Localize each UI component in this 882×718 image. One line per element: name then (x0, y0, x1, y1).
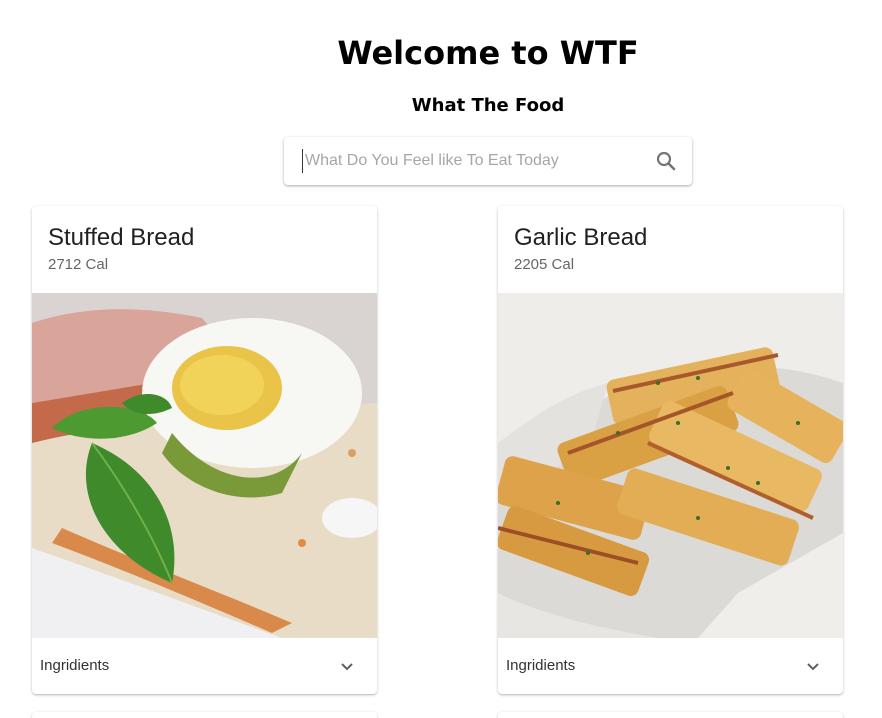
search-bar (284, 137, 692, 185)
card-calories: 2712 Cal (48, 256, 109, 273)
card-title: Garlic Bread (514, 224, 648, 251)
card-calories: 2205 Cal (514, 256, 575, 273)
card-title: Stuffed Bread (48, 224, 195, 251)
page-subtitle: What The Food (411, 95, 565, 116)
food-card-partial[interactable] (32, 712, 377, 718)
search-input[interactable] (302, 149, 632, 173)
ingredients-label: Ingridients (40, 657, 110, 674)
page: Welcome to WTF What The Food Stuffed Bre… (0, 0, 882, 718)
chevron-down-icon[interactable] (335, 654, 359, 678)
food-card-stuffed-bread[interactable]: Stuffed Bread 2712 Cal Ingridients (32, 206, 377, 694)
food-card-partial[interactable] (498, 712, 843, 718)
ingredients-expander[interactable]: Ingridients (498, 638, 843, 694)
food-card-garlic-bread[interactable]: Garlic Bread 2205 Cal Ingridients (498, 206, 843, 694)
ingredients-expander[interactable]: Ingridients (32, 638, 377, 694)
stuffed-bread-photo (32, 293, 377, 638)
garlic-bread-photo (498, 293, 843, 638)
search-icon[interactable] (654, 149, 678, 173)
page-title: Welcome to WTF (337, 34, 639, 72)
ingredients-label: Ingridients (506, 657, 576, 674)
chevron-down-icon[interactable] (801, 654, 825, 678)
